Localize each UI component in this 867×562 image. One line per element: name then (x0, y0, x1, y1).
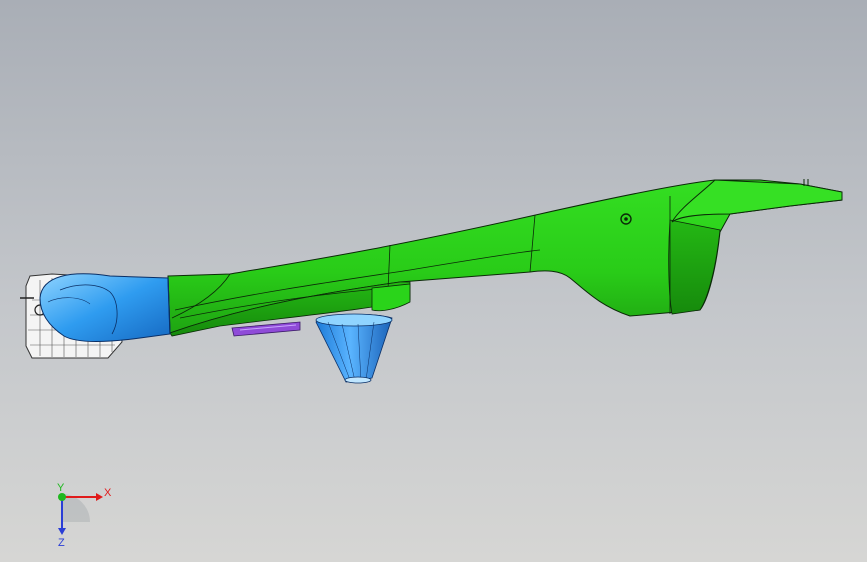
green-arm-body[interactable] (167, 179, 843, 337)
x-axis-label: X (104, 487, 112, 499)
y-axis-dot (58, 493, 66, 501)
blue-end-cap[interactable] (39, 273, 171, 342)
z-axis-arrowhead (58, 528, 66, 535)
3d-model[interactable] (0, 0, 867, 562)
purple-strip[interactable] (231, 321, 301, 337)
blue-cone[interactable] (315, 313, 393, 384)
cad-viewport[interactable]: X Y Z (0, 0, 867, 562)
x-axis-arrowhead (96, 493, 103, 501)
green-hub[interactable] (371, 283, 411, 312)
y-axis-label: Y (57, 482, 65, 494)
triad-plane-shade (62, 494, 90, 522)
z-axis-label: Z (58, 537, 65, 548)
axis-triad: X Y Z (57, 482, 112, 548)
